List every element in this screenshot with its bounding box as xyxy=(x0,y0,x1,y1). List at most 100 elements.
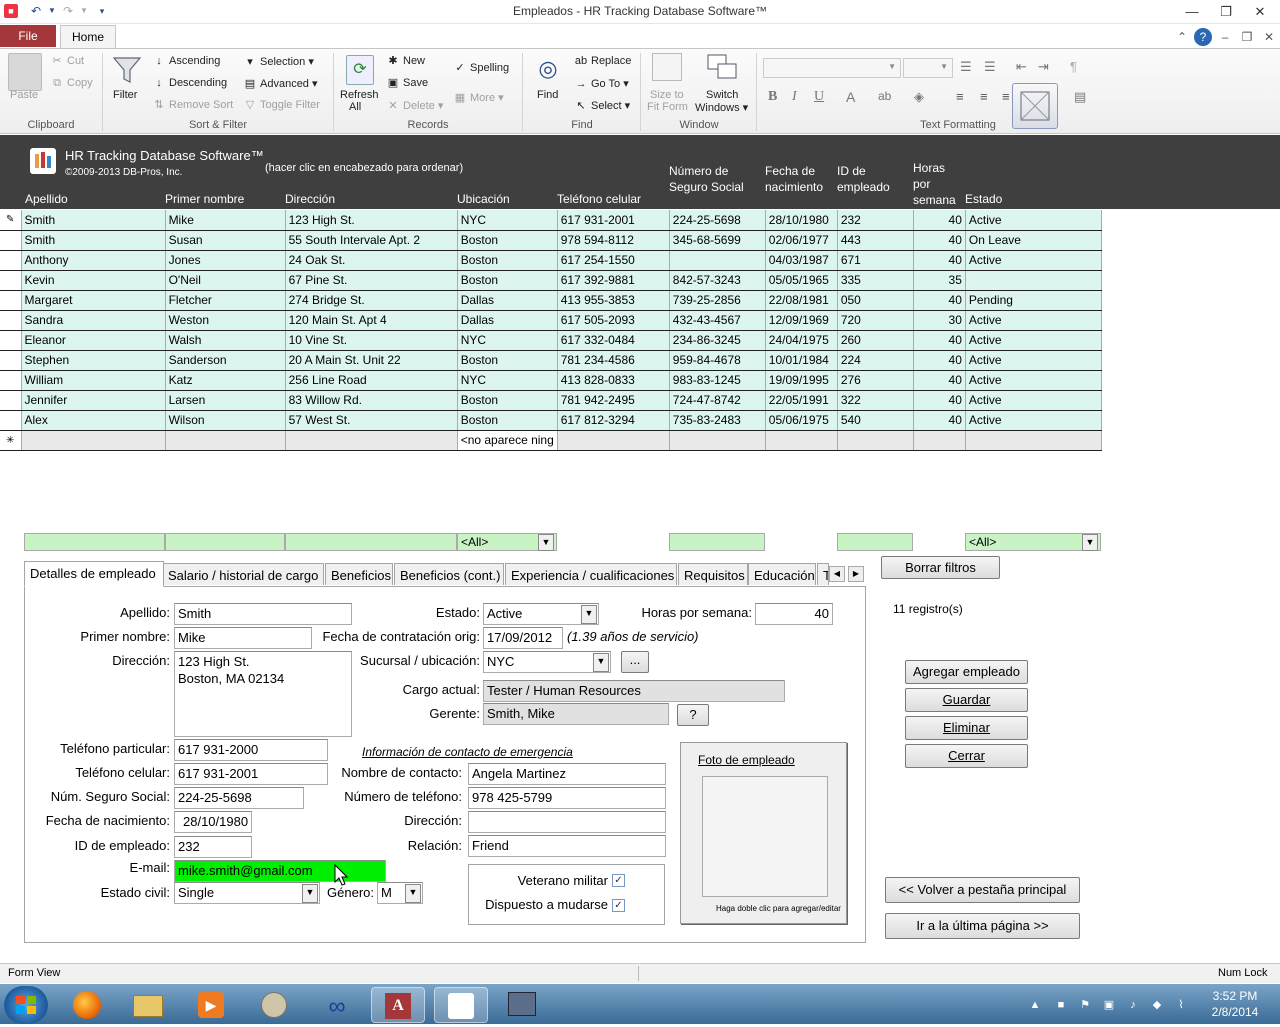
record-selector[interactable] xyxy=(0,330,22,351)
cell-ubicacion[interactable]: Boston xyxy=(457,350,558,371)
cell-primer-nombre[interactable]: Fletcher xyxy=(165,290,286,311)
tab-4[interactable]: Experiencia / cualificaciones xyxy=(505,563,677,585)
record-selector[interactable] xyxy=(0,310,22,331)
tab-1[interactable]: Salario / historial de cargo xyxy=(162,563,324,585)
cell-direccion[interactable]: 10 Vine St. xyxy=(285,330,458,351)
new-record-row[interactable]: ✳ <no aparece ning xyxy=(0,430,1103,451)
cell-dob[interactable]: 19/09/1995 xyxy=(765,370,838,391)
fill-color-icon[interactable]: ◈ xyxy=(914,89,924,105)
volver-button[interactable]: << Volver a pestaña principal xyxy=(885,877,1080,903)
cell-primer-nombre[interactable]: Larsen xyxy=(165,390,286,411)
cell-ssn[interactable] xyxy=(669,250,766,271)
cell-primer-nombre[interactable]: O'Neil xyxy=(165,270,286,291)
gerente-help-button[interactable]: ? xyxy=(677,704,709,726)
cell-primer-nombre[interactable]: Wilson xyxy=(165,410,286,431)
eliminar-button[interactable]: Eliminar xyxy=(905,716,1028,740)
cell-apellido[interactable]: Stephen xyxy=(21,350,166,371)
new-row-cell[interactable] xyxy=(913,430,966,451)
align-center-icon[interactable]: ≡ xyxy=(980,89,988,104)
cell-horas[interactable]: 40 xyxy=(913,230,966,251)
cell-ubicacion[interactable]: Dallas xyxy=(457,290,558,311)
cell-dob[interactable]: 22/05/1991 xyxy=(765,390,838,411)
cell-ssn[interactable]: 224-25-5698 xyxy=(669,210,766,231)
cell-ubicacion[interactable]: NYC xyxy=(457,330,558,351)
table-row[interactable]: Margaret Fletcher 274 Bridge St. Dallas 413 … xyxy=(0,290,1103,311)
cell-ubicacion[interactable]: Boston xyxy=(457,250,558,271)
filter-direccion[interactable] xyxy=(285,533,457,551)
new-record-icon[interactable]: ✳ xyxy=(0,430,22,451)
cell-apellido[interactable]: Jennifer xyxy=(21,390,166,411)
col-header-horas[interactable]: Horas por semana xyxy=(913,160,956,208)
cell-dob[interactable]: 12/09/1969 xyxy=(765,310,838,331)
cell-estado[interactable]: Active xyxy=(965,210,1103,231)
cell-apellido[interactable]: Eleanor xyxy=(21,330,166,351)
doc-minimize-icon[interactable]: – xyxy=(1216,28,1234,46)
filter-button[interactable]: Filter xyxy=(113,89,137,101)
contratacion-field[interactable]: 17/09/2012 xyxy=(483,627,563,649)
doc-restore-icon[interactable]: ❐ xyxy=(1238,28,1256,46)
filter-id[interactable] xyxy=(837,533,913,551)
alternate-row-color-icon[interactable]: ▤ xyxy=(1074,89,1086,105)
customize-qat-icon[interactable]: ▾ xyxy=(94,3,110,19)
col-header-dob[interactable]: Fecha de nacimiento xyxy=(765,164,823,194)
bold-icon[interactable]: B xyxy=(768,89,777,105)
cerrar-button[interactable]: Cerrar xyxy=(905,744,1028,768)
cell-horas[interactable]: 40 xyxy=(913,350,966,371)
cell-estado[interactable]: Active xyxy=(965,310,1103,331)
mudarse-checkbox[interactable]: ✓ xyxy=(612,899,625,912)
record-selector-edit-icon[interactable]: ✎ xyxy=(0,210,22,231)
table-row[interactable]: Eleanor Walsh 10 Vine St. NYC 617 332-0484 23… xyxy=(0,330,1103,351)
cell-direccion[interactable]: 120 Main St. Apt 4 xyxy=(285,310,458,331)
table-row[interactable]: Stephen Sanderson 20 A Main St. Unit 22 Bos… xyxy=(0,350,1103,371)
cell-id[interactable]: 260 xyxy=(837,330,914,351)
new-row-cell[interactable] xyxy=(965,430,1103,451)
table-row[interactable]: ✎ Smith Mike 123 High St. NYC 617 931-2001 224… xyxy=(0,210,1103,231)
cell-horas[interactable]: 35 xyxy=(913,270,966,291)
cell-direccion[interactable]: 57 West St. xyxy=(285,410,458,431)
relacion-field[interactable]: Friend xyxy=(468,835,666,857)
table-row[interactable]: Sandra Weston 120 Main St. Apt 4 Dallas 617 … xyxy=(0,310,1103,331)
descending-button[interactable]: ↓ Descending xyxy=(152,77,227,89)
cell-apellido[interactable]: Kevin xyxy=(21,270,166,291)
table-row[interactable]: William Katz 256 Line Road NYC 413 828-0833 9… xyxy=(0,370,1103,391)
cell-ssn[interactable]: 724-47-8742 xyxy=(669,390,766,411)
cell-direccion[interactable]: 55 South Intervale Apt. 2 xyxy=(285,230,458,251)
toggle-filter-button[interactable]: ▽ Toggle Filter xyxy=(243,99,320,111)
cell-apellido[interactable]: Alex xyxy=(21,410,166,431)
record-selector[interactable] xyxy=(0,410,22,431)
tray-show-hidden-icon[interactable]: ▲ xyxy=(1028,998,1042,1012)
cell-telefono[interactable]: 781 942-2495 xyxy=(557,390,670,411)
gerente-field[interactable]: Smith, Mike xyxy=(483,703,669,725)
increase-indent-icon[interactable]: ⇥ xyxy=(1038,59,1049,75)
cell-estado[interactable]: Active xyxy=(965,350,1103,371)
table-row[interactable]: Jennifer Larsen 83 Willow Rd. Boston 781 942… xyxy=(0,390,1103,411)
agregar-empleado-button[interactable]: Agregar empleado xyxy=(905,660,1028,684)
cell-dob[interactable]: 05/05/1965 xyxy=(765,270,838,291)
id-field[interactable]: 232 xyxy=(174,836,252,858)
cell-dob[interactable]: 02/06/1977 xyxy=(765,230,838,251)
decrease-indent-icon[interactable]: ⇤ xyxy=(1016,59,1027,75)
cell-telefono[interactable]: 413 955-3853 xyxy=(557,290,670,311)
new-row-cell[interactable] xyxy=(669,430,766,451)
col-header-ssn[interactable]: Número de Seguro Social xyxy=(669,164,744,194)
new-row-cell[interactable] xyxy=(837,430,914,451)
cell-id[interactable]: 322 xyxy=(837,390,914,411)
tab-2[interactable]: Beneficios xyxy=(325,563,393,585)
tray-network-icon[interactable]: ▣ xyxy=(1102,998,1116,1012)
apellido-field[interactable]: Smith xyxy=(174,603,352,625)
cell-telefono[interactable]: 617 812-3294 xyxy=(557,410,670,431)
cell-ssn[interactable]: 735-83-2483 xyxy=(669,410,766,431)
cell-ubicacion[interactable]: Dallas xyxy=(457,310,558,331)
cell-estado[interactable]: Active xyxy=(965,250,1103,271)
record-selector[interactable] xyxy=(0,290,22,311)
tab-0[interactable]: Detalles de empleado xyxy=(24,561,164,587)
cell-ubicacion[interactable]: Boston xyxy=(457,390,558,411)
col-header-primer-nombre[interactable]: Primer nombre xyxy=(165,192,244,206)
cell-dob[interactable]: 04/03/1987 xyxy=(765,250,838,271)
cell-estado[interactable]: Active xyxy=(965,330,1103,351)
numbering-icon[interactable]: ☰ xyxy=(984,59,996,75)
redo-icon[interactable]: ↷ xyxy=(60,3,76,19)
spelling-button[interactable]: ✓ Spelling xyxy=(453,62,509,74)
new-row-cell[interactable] xyxy=(557,430,670,451)
new-row-cell[interactable] xyxy=(165,430,286,451)
